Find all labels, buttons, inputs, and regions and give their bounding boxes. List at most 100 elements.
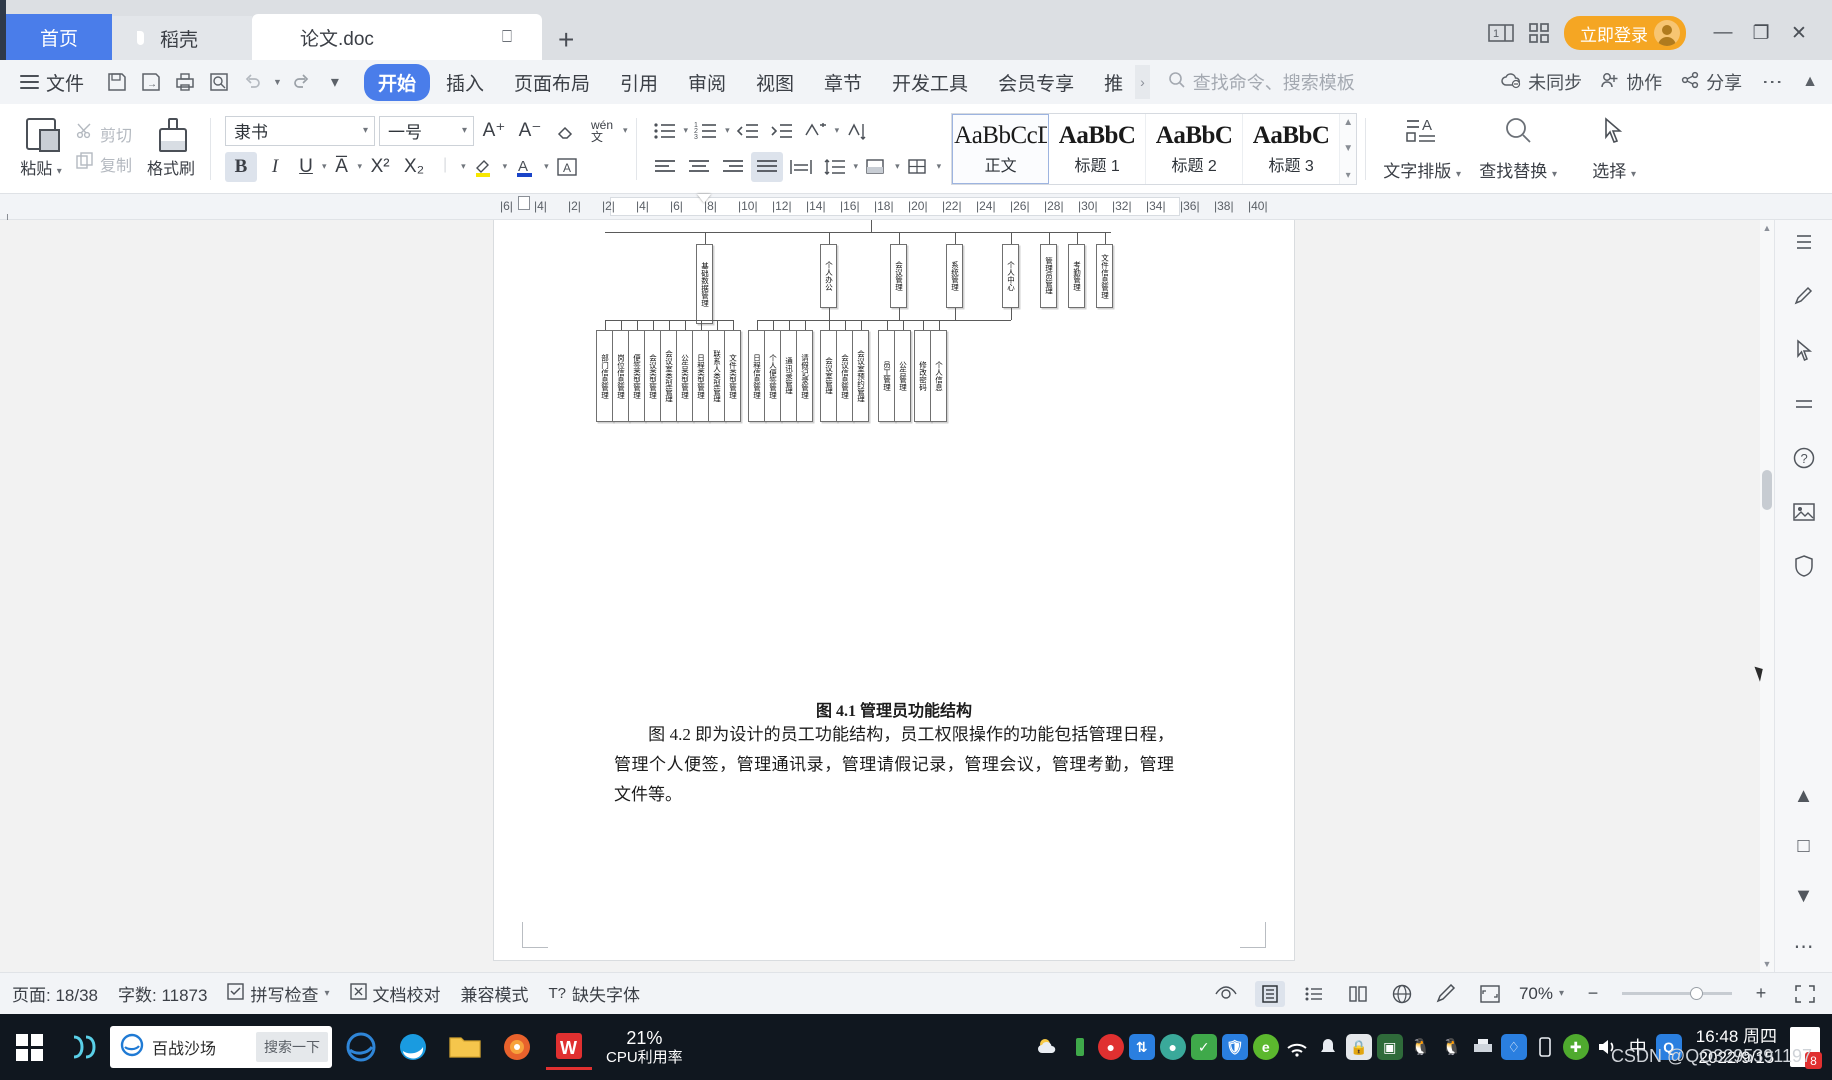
tab-insert[interactable]: 插入 xyxy=(432,64,498,101)
cpu-usage-widget[interactable]: 21% CPU利用率 xyxy=(606,1028,683,1066)
first-line-indent-marker[interactable] xyxy=(697,194,711,203)
linux-penguin-2-icon[interactable]: 🐧 xyxy=(1438,1032,1466,1062)
login-button[interactable]: 立即登录 xyxy=(1564,16,1686,50)
help-icon[interactable]: ? xyxy=(1786,440,1822,476)
zoom-level[interactable]: 70% ▾ xyxy=(1519,984,1564,1004)
diagram-node[interactable]: 会议室类型管理 xyxy=(660,330,677,422)
paste-button[interactable]: 粘贴 ▾ xyxy=(10,118,72,179)
collaborate-button[interactable]: 协作 xyxy=(1600,69,1662,95)
font-size-select[interactable]: 一号 ▾ xyxy=(379,115,475,146)
tabs-overflow-icon[interactable]: › xyxy=(1135,65,1150,99)
zoom-slider-knob[interactable] xyxy=(1690,987,1703,1000)
chevron-down-icon[interactable]: ▾ xyxy=(684,125,689,136)
highlight-color-icon[interactable] xyxy=(468,152,500,182)
tab-daoke[interactable]: 稻壳 xyxy=(112,16,253,60)
scroll-up-icon[interactable]: ▲ xyxy=(1760,220,1774,236)
select-button[interactable]: 选择 ▾ xyxy=(1566,116,1662,182)
diagram-node[interactable]: 个人中心 xyxy=(1002,244,1019,308)
decrease-font-size-icon[interactable]: A⁻ xyxy=(514,116,546,146)
style-heading-2[interactable]: AaBbC 标题 2 xyxy=(1146,113,1244,184)
globe-icon[interactable] xyxy=(1387,981,1417,1007)
tab-page-layout[interactable]: 页面布局 xyxy=(500,64,604,101)
missing-font-button[interactable]: T? 缺失字体 xyxy=(549,981,641,1006)
font-name-select[interactable]: 隶书 ▾ xyxy=(225,115,376,146)
subscript-button[interactable]: X₂ xyxy=(398,152,430,182)
chevron-down-icon[interactable]: ▾ xyxy=(358,161,363,172)
image-insert-icon[interactable] xyxy=(1786,494,1822,530)
diagram-node[interactable]: 请假记录管理 xyxy=(796,330,813,422)
app-teal-icon[interactable]: ● xyxy=(1159,1032,1187,1062)
cut-button[interactable]: 剪切 xyxy=(76,122,132,146)
clear-format-icon[interactable] xyxy=(550,116,582,146)
show-marks-icon[interactable] xyxy=(841,116,873,146)
diagram-node[interactable]: 日程信息管理 xyxy=(748,330,765,422)
tab-member-exclusive[interactable]: 会员专享 xyxy=(984,64,1088,101)
battery-tray-icon[interactable] xyxy=(1066,1032,1094,1062)
scroll-down-icon[interactable]: ▼ xyxy=(1760,956,1774,972)
justify-icon[interactable] xyxy=(750,151,783,182)
diagram-node[interactable]: 个人办公 xyxy=(820,244,837,308)
diagram-node[interactable]: 员工管理 xyxy=(878,330,895,422)
tab-developer-tools[interactable]: 开发工具 xyxy=(878,64,982,101)
diagram-node[interactable]: 联系人类型管理 xyxy=(708,330,725,422)
more-tools-icon[interactable]: ⋯ xyxy=(1786,928,1822,964)
undo-icon[interactable] xyxy=(238,67,268,97)
sync-status-button[interactable]: 未同步 xyxy=(1500,69,1582,95)
read-mode-icon[interactable] xyxy=(1211,981,1241,1007)
diagram-node[interactable]: 会议室管理 xyxy=(820,330,837,422)
diagram-node[interactable]: 个人便签管理 xyxy=(764,330,781,422)
chevron-down-icon[interactable]: ▾ xyxy=(835,125,840,136)
org-chart-diagram[interactable]: 基础数据管理 个人办公 会议管理 系统管理 个人中心 管理员管理 考勤管理 文件信息管理 部门信… xyxy=(494,220,1294,470)
diagram-node[interactable]: 日程类型管理 xyxy=(692,330,709,422)
zoom-in-button[interactable]: + xyxy=(1746,981,1776,1007)
scrollbar-thumb[interactable] xyxy=(1762,470,1772,510)
app-dark-green-icon[interactable]: ▣ xyxy=(1376,1032,1404,1062)
italic-button[interactable]: I xyxy=(259,152,291,182)
numbered-list-icon[interactable]: 123 xyxy=(690,116,722,146)
print-icon[interactable] xyxy=(170,67,200,97)
app-grid-icon[interactable] xyxy=(1528,22,1550,44)
diagram-node[interactable]: 通讯录管理 xyxy=(780,330,797,422)
diagram-node[interactable]: 部门信息管理 xyxy=(596,330,613,422)
diagram-node[interactable]: 系统管理 xyxy=(946,244,963,308)
format-painter-button[interactable]: 格式刷 xyxy=(140,118,202,179)
minimize-button[interactable]: — xyxy=(1706,18,1740,48)
diagram-node[interactable]: 个人信息 xyxy=(930,330,947,422)
spellcheck-toggle[interactable]: 拼写检查 ▾ xyxy=(227,981,330,1006)
app-shield-blue-icon[interactable]: 🛡 xyxy=(1221,1032,1249,1062)
previous-page-icon[interactable]: ▲ xyxy=(1786,778,1822,814)
align-center-icon[interactable] xyxy=(683,152,715,182)
chevron-down-icon[interactable]: ▾ xyxy=(725,125,730,136)
notification-bell-icon[interactable] xyxy=(1314,1032,1342,1062)
chevron-down-icon[interactable]: ▾ xyxy=(461,161,466,172)
security-icon[interactable]: 🔒 xyxy=(1345,1032,1373,1062)
web-layout-icon[interactable] xyxy=(1343,981,1373,1007)
app-red-icon[interactable]: ● xyxy=(1097,1032,1125,1062)
style-heading-1[interactable]: AaBbC 标题 1 xyxy=(1049,113,1147,184)
save-icon[interactable] xyxy=(102,67,132,97)
new-tab-button[interactable]: + xyxy=(542,26,590,60)
font-color-icon[interactable]: A xyxy=(509,152,541,182)
share-button[interactable]: 分享 xyxy=(1680,69,1742,95)
pen-markup-icon[interactable] xyxy=(1431,981,1461,1007)
diagram-node[interactable]: 会议室预约管理 xyxy=(852,330,869,422)
document-page[interactable]: 基础数据管理 个人办公 会议管理 系统管理 个人中心 管理员管理 考勤管理 文件信息管理 部门信… xyxy=(494,220,1294,960)
collapse-ribbon-icon[interactable]: ▲ xyxy=(1802,73,1818,91)
linux-penguin-icon[interactable]: 🐧 xyxy=(1407,1032,1435,1062)
decrease-indent-icon[interactable] xyxy=(732,116,764,146)
diagram-node[interactable]: 修改密码 xyxy=(914,330,931,422)
document-canvas[interactable]: 基础数据管理 个人办公 会议管理 系统管理 个人中心 管理员管理 考勤管理 文件信息管理 部门信… xyxy=(0,220,1832,972)
shading-icon[interactable] xyxy=(860,152,892,182)
align-left-icon[interactable] xyxy=(649,152,681,182)
diagram-node[interactable]: 考勤管理 xyxy=(1068,244,1085,308)
diagram-node[interactable]: 会议信息管理 xyxy=(836,330,853,422)
diagram-node[interactable]: 基础数据管理 xyxy=(696,244,713,324)
style-normal[interactable]: AaBbCcD 正文 xyxy=(952,113,1050,184)
align-right-icon[interactable] xyxy=(717,152,749,182)
taskbar-search[interactable]: 百战沙场 搜索一下 xyxy=(110,1026,332,1068)
command-search[interactable]: 查找命令、搜索模板 xyxy=(1168,69,1355,95)
start-button[interactable] xyxy=(6,1024,52,1070)
line-spacing-icon[interactable] xyxy=(819,152,851,182)
chevron-down-icon[interactable]: ▾ xyxy=(322,161,327,172)
diagram-node[interactable]: 会议类型管理 xyxy=(644,330,661,422)
